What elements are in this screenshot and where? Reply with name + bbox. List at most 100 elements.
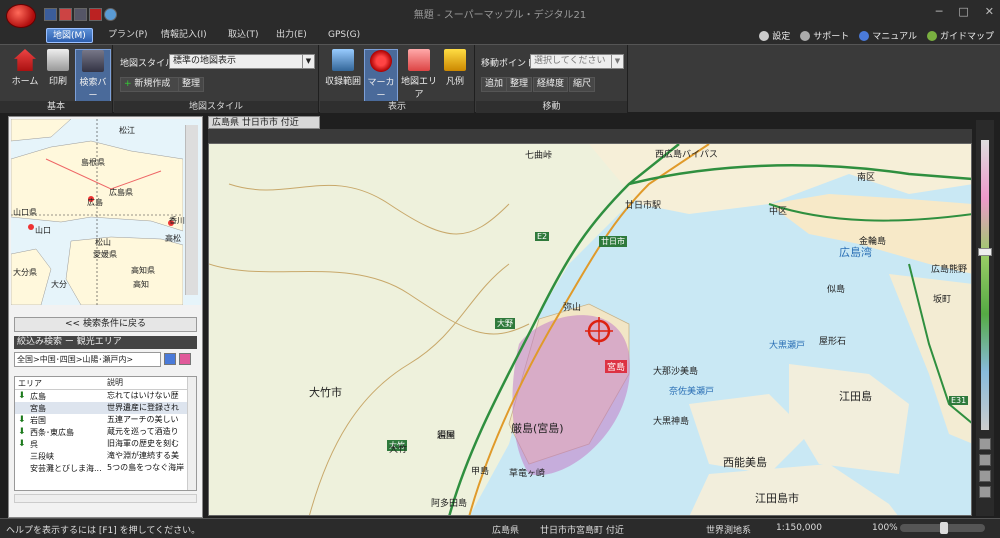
map-layout-icon[interactable] [979, 470, 991, 482]
map-layout-icon[interactable] [979, 486, 991, 498]
map-label: 江田島 [839, 390, 872, 403]
map-toolbar [208, 129, 972, 143]
map-label: 奈佐美瀬戸 [669, 387, 715, 397]
window-controls: ─ □ ✕ [936, 5, 994, 18]
overview-minimap[interactable]: 松江 島根県 広島県 広島 山口県 山口 香川 高松 松山 愛媛県 高知県 高知… [11, 119, 201, 305]
organize-style-button[interactable]: 整理 [178, 77, 204, 92]
status-help-text: ヘルプを表示するには [F1] を押してください。 [6, 526, 201, 536]
zoom-scale-bar[interactable] [976, 120, 994, 516]
minimap-label: 大分 [51, 280, 67, 289]
new-style-button[interactable]: + 新規作成 [120, 77, 184, 92]
arrow-down-icon: ⬇ [18, 427, 26, 437]
manual-link[interactable]: マニュアル [859, 29, 917, 42]
map-label: 屋形石 [819, 337, 847, 347]
list-vertical-scrollbar[interactable] [187, 377, 196, 490]
top-right-links: 設定 サポート マニュアル ガイドマップ [759, 29, 994, 42]
map-label: 江田島市 [755, 492, 799, 505]
map-label: 厳島(宮島) [511, 422, 564, 435]
minimap-label: 香川 [169, 216, 185, 225]
list-item[interactable]: ⬇ 呉旧海軍の歴史を刻む [15, 438, 196, 450]
marker-button[interactable]: マーカー [364, 49, 398, 102]
arrow-down-icon: ⬇ [18, 415, 26, 425]
map-area-button[interactable]: 地図エリア [400, 49, 438, 100]
map-style-label: 地図スタイル [120, 59, 175, 69]
map-label: 廿日市 [599, 236, 627, 247]
list-item[interactable]: ⬇ 岩国 五連アーチの美しい [15, 414, 196, 426]
refresh-icon[interactable] [164, 353, 176, 365]
zoom-slider[interactable] [900, 522, 985, 534]
minimap-zoom-scale[interactable] [185, 125, 198, 295]
main-map[interactable]: 七曲峠 西広島バイパス 廿日市駅 中区 南区 広島湾 廿日市 大竹市 厳島(宮島… [208, 143, 972, 516]
status-place: 廿日市市宮島町 付近 [540, 526, 624, 536]
guidemap-link[interactable]: ガイドマップ [926, 29, 994, 42]
minimize-icon[interactable]: ─ [936, 5, 943, 18]
title-bar: 無題 - スーパーマップル・デジタル21 ─ □ ✕ [0, 0, 1000, 28]
tab-map[interactable]: 地図(M) [46, 28, 93, 43]
breadcrumb-tools [164, 353, 191, 365]
zoom-slider-thumb[interactable] [940, 522, 948, 534]
map-label: 阿多田島 [431, 499, 468, 509]
search-sidebar: 松江 島根県 広島県 広島 山口県 山口 香川 高松 松山 愛媛県 高知県 高知… [8, 116, 203, 518]
settings-link[interactable]: 設定 [759, 29, 790, 42]
add-point-button[interactable]: 追加 [481, 77, 508, 92]
status-zoom: 100% [872, 523, 898, 533]
minimap-label: 大分県 [13, 268, 37, 277]
close-icon[interactable]: ✕ [985, 5, 994, 18]
tab-import[interactable]: 取込(T) [222, 28, 265, 43]
coverage-button[interactable]: 収録範囲 [324, 49, 362, 87]
home-button[interactable]: ホーム [10, 49, 40, 87]
latlon-button[interactable]: 経緯度 [533, 77, 569, 92]
map-label: 西広島バイパス [655, 150, 718, 160]
ribbon-group-label: 移動 [476, 101, 627, 113]
menu-bar: 地図(M) プラン(P) 情報記入(I) 取込(T) 出力(E) GPS(G) … [0, 28, 1000, 44]
marker-target-icon [370, 50, 392, 72]
map-style-select[interactable]: 標準の地図表示 ▼ [169, 54, 315, 69]
tab-gps[interactable]: GPS(G) [322, 28, 366, 43]
map-shapes [209, 144, 971, 515]
list-item[interactable]: ⬇ 西条･東広島 蔵元を巡って酒造り [15, 426, 196, 438]
back-to-search-button[interactable]: << 検索条件に戻る [14, 317, 197, 332]
minimap-label: 広島県 [109, 188, 133, 197]
print-button[interactable]: 印刷 [43, 49, 73, 87]
minimap-label: 高知 [133, 280, 149, 289]
map-label: 中区 [769, 207, 788, 217]
scale-button[interactable]: 縮尺 [569, 77, 596, 92]
legend-button[interactable]: 凡例 [440, 49, 470, 87]
map-label: 大黒瀬戸 [769, 341, 806, 351]
list-item[interactable]: ⬇ 広島 忘れてはいけない歴 [15, 390, 196, 402]
column-header-desc[interactable]: 説明 [107, 377, 187, 389]
printer-icon [47, 49, 69, 71]
move-point-select[interactable]: 選択してください ▼ [530, 54, 624, 69]
list-item[interactable]: 三段峡 滝や淵が連続する美 [15, 450, 196, 462]
organize-point-button[interactable]: 整理 [506, 77, 533, 92]
home-icon [14, 49, 36, 71]
grid-icon [332, 49, 354, 71]
map-label: E31 [949, 396, 969, 405]
support-link[interactable]: サポート [800, 29, 849, 42]
tab-info-entry[interactable]: 情報記入(I) [155, 28, 213, 43]
tab-export[interactable]: 出力(E) [270, 28, 313, 43]
map-layout-icon[interactable] [979, 438, 991, 450]
map-layout-icon[interactable] [979, 454, 991, 466]
list-item[interactable]: 安芸灘とびしま海... 5つの島をつなぐ海岸 [15, 462, 196, 474]
map-label: 似島 [827, 285, 846, 295]
minimap-label: 山口県 [13, 208, 37, 217]
area-breadcrumb-select[interactable]: 全国>中国･四国>山陽･瀬戸内> [14, 352, 161, 367]
map-label: 草竜ヶ崎 [509, 469, 546, 479]
list-horizontal-scrollbar[interactable] [14, 494, 197, 503]
column-header-area[interactable]: エリア [15, 377, 107, 389]
search-bar-button[interactable]: 検索バー [75, 49, 111, 102]
tab-plan[interactable]: プラン(P) [102, 28, 153, 43]
minimap-label: 松江 [119, 126, 135, 135]
maximize-icon[interactable]: □ [958, 5, 968, 18]
minimap-label: 松山 [95, 238, 111, 247]
map-label: 広島熊野 [931, 265, 968, 275]
zoom-handle[interactable] [978, 248, 992, 256]
map-label: 宮島 [605, 360, 628, 373]
legend-icon [444, 49, 466, 71]
list-item[interactable]: 宮島 世界遺産に登録され [15, 402, 196, 414]
clear-icon[interactable] [179, 353, 191, 365]
map-location-tab[interactable]: 広島県 廿日市市 付近 [208, 116, 320, 129]
plus-icon: + [124, 79, 135, 89]
ribbon-group-display: 収録範囲 マーカー 地図エリア 凡例 表示 [320, 45, 475, 113]
